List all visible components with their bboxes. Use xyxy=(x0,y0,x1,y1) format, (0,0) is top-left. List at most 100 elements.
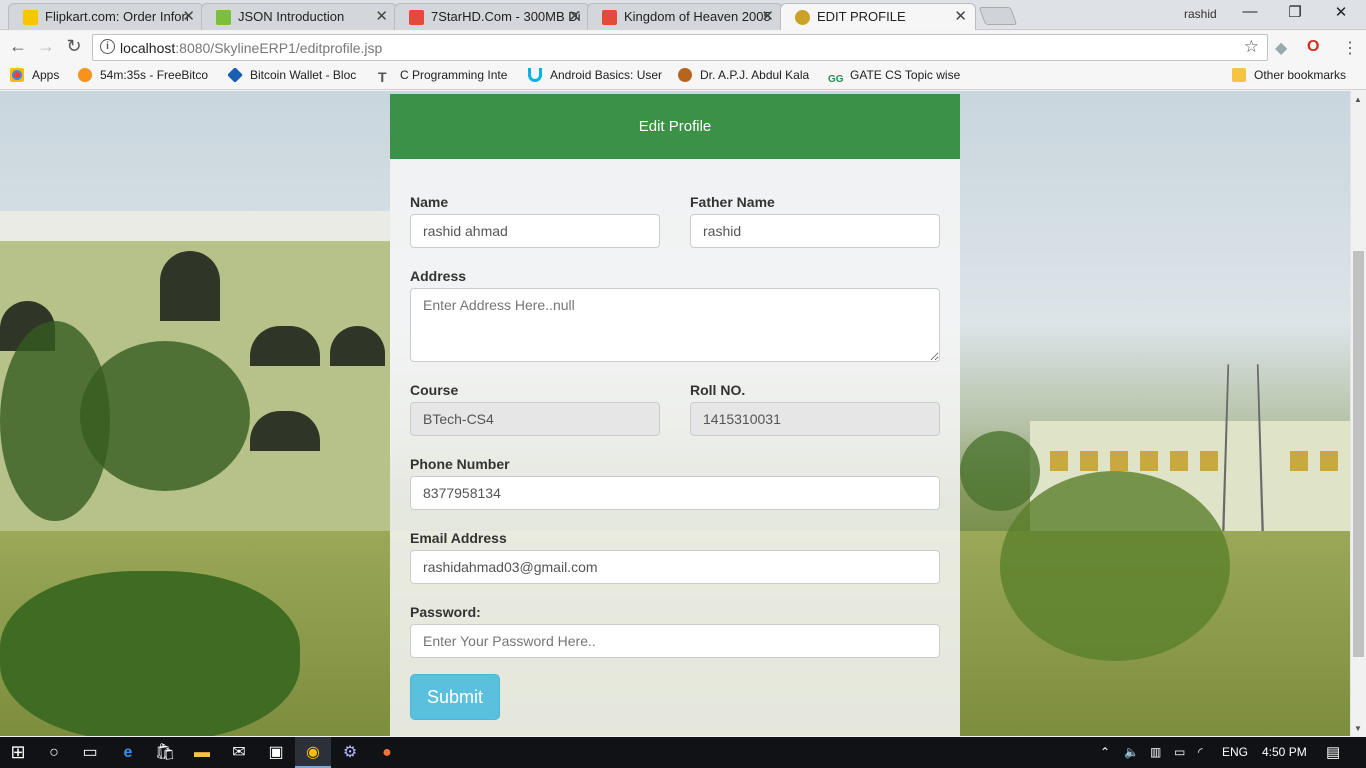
close-icon[interactable]: ✕ xyxy=(761,4,774,29)
battery-icon[interactable]: ▭ xyxy=(1174,745,1185,759)
browser-toolbar: ← → ↻ i localhost:8080/SkylineERP1/editp… xyxy=(0,31,1366,64)
bookmark-other[interactable]: Other bookmarks xyxy=(1232,68,1346,82)
father-name-input[interactable] xyxy=(690,214,940,248)
page-scrollbar[interactable]: ▲ ▼ xyxy=(1350,91,1366,736)
tab-json-introduction[interactable]: JSON Introduction ✕ xyxy=(201,3,397,30)
chrome-icon[interactable]: ◉ xyxy=(295,737,331,768)
menu-icon[interactable]: ⋮ xyxy=(1342,38,1358,58)
address-input[interactable] xyxy=(410,288,940,362)
reload-icon[interactable]: ↻ xyxy=(62,36,86,57)
flipkart-icon xyxy=(23,10,38,25)
tab-title: Kingdom of Heaven 2005 xyxy=(624,9,771,24)
store-icon[interactable]: 🛍 xyxy=(147,737,183,768)
roll-no-input[interactable] xyxy=(690,402,940,436)
forward-arrow-icon[interactable]: → xyxy=(34,36,58,57)
scroll-down-icon[interactable]: ▼ xyxy=(1354,724,1362,733)
text-t-icon: T xyxy=(378,69,387,84)
tab-strip: Flipkart.com: Order Inforr ✕ JSON Introd… xyxy=(0,0,1366,30)
name-label: Name xyxy=(410,194,449,210)
course-input[interactable] xyxy=(410,402,660,436)
mail-icon[interactable]: ✉ xyxy=(221,737,257,768)
tab-kingdom-of-heaven[interactable]: Kingdom of Heaven 2005 ✕ xyxy=(587,3,783,30)
site-icon xyxy=(795,10,810,25)
background-tree xyxy=(0,321,110,521)
network-icon[interactable]: ▥ xyxy=(1150,745,1161,759)
firefox-icon[interactable]: ● xyxy=(369,737,405,768)
task-view-icon[interactable]: ▭ xyxy=(72,737,108,768)
phone-number-input[interactable] xyxy=(410,476,940,510)
close-icon[interactable]: ✕ xyxy=(182,4,195,29)
windows-start-icon[interactable]: ⊞ xyxy=(0,737,36,768)
bookmark-freebitco[interactable]: 54m:35s - FreeBitco xyxy=(78,68,213,82)
bookmark-c-programming[interactable]: TC Programming Inte xyxy=(378,68,513,84)
close-icon[interactable]: ✕ xyxy=(954,4,967,29)
bookmark-bitcoin-wallet[interactable]: Bitcoin Wallet - Bloc xyxy=(228,68,363,82)
tab-edit-profile[interactable]: EDIT PROFILE ✕ xyxy=(780,3,976,30)
blockchain-icon xyxy=(228,68,243,82)
clock[interactable]: 4:50 PM xyxy=(1262,745,1307,759)
minimize-icon[interactable]: — xyxy=(1235,3,1265,20)
back-arrow-icon[interactable]: ← xyxy=(6,36,30,57)
new-tab-button[interactable] xyxy=(978,7,1018,25)
submit-button[interactable]: Submit xyxy=(410,674,500,720)
email-label: Email Address xyxy=(410,530,507,546)
name-input[interactable] xyxy=(410,214,660,248)
close-icon[interactable]: ✕ xyxy=(375,4,388,29)
tab-title: 7StarHD.Com - 300MB Di xyxy=(431,9,581,24)
bookmark-gate-cs[interactable]: GG GATE CS Topic wise xyxy=(828,68,963,87)
tab-7starhd[interactable]: 7StarHD.Com - 300MB Di ✕ xyxy=(394,3,590,30)
app-icon[interactable]: ▣ xyxy=(258,737,294,768)
opera-icon[interactable]: O xyxy=(1307,38,1319,56)
volume-icon[interactable]: 🔈 xyxy=(1124,745,1139,759)
folder-icon xyxy=(1232,68,1246,82)
apps-grid-icon xyxy=(10,68,24,82)
file-explorer-icon[interactable]: ▬ xyxy=(184,737,220,768)
tab-title: EDIT PROFILE xyxy=(817,9,906,24)
w3schools-icon xyxy=(216,10,231,25)
language-indicator[interactable]: ENG xyxy=(1222,745,1248,759)
bookmark-apps[interactable]: Apps xyxy=(10,68,59,82)
url-text[interactable]: localhost:8080/SkylineERP1/editprofile.j… xyxy=(120,40,382,56)
tray-expand-icon[interactable]: ⌃ xyxy=(1100,745,1110,759)
profile-name[interactable]: rashid xyxy=(1184,7,1217,21)
edge-icon[interactable]: e xyxy=(110,737,146,768)
address-bar[interactable]: i localhost:8080/SkylineERP1/editprofile… xyxy=(92,34,1268,61)
background-tree xyxy=(960,431,1040,511)
bookmark-android-basics[interactable]: Android Basics: User xyxy=(528,68,662,82)
bookmarks-bar: Apps 54m:35s - FreeBitco Bitcoin Wallet … xyxy=(0,64,1366,90)
action-center-icon[interactable]: ▤ xyxy=(1326,743,1340,761)
settings-gear-icon[interactable]: ⚙ xyxy=(332,737,368,768)
tab-flipkart[interactable]: Flipkart.com: Order Inforr ✕ xyxy=(8,3,204,30)
tab-title: JSON Introduction xyxy=(238,9,345,24)
address-label: Address xyxy=(410,268,467,284)
power-tower xyxy=(1221,364,1265,547)
phone-number-label: Phone Number xyxy=(410,456,510,472)
bookmark-abdul-kalam[interactable]: Dr. A.P.J. Abdul Kala xyxy=(678,68,813,82)
course-label: Course xyxy=(410,382,459,398)
site-icon xyxy=(678,68,692,82)
geeksforgeeks-icon: GG xyxy=(828,74,844,85)
udacity-icon xyxy=(528,68,542,82)
page-viewport: Edit Profile Name Father Name Address Co… xyxy=(0,91,1350,736)
password-input[interactable] xyxy=(410,624,940,658)
scrollbar-thumb[interactable] xyxy=(1353,251,1364,657)
site-icon xyxy=(409,10,424,25)
cortana-icon[interactable]: ○ xyxy=(36,737,72,768)
restore-icon[interactable]: ❐ xyxy=(1280,3,1310,21)
site-icon xyxy=(602,10,617,25)
roll-no-label: Roll NO. xyxy=(690,382,746,398)
edit-profile-panel: Edit Profile Name Father Name Address Co… xyxy=(390,94,960,736)
email-input[interactable] xyxy=(410,550,940,584)
taskbar: ⊞ ○ ▭ e 🛍 ▬ ✉ ▣ ◉ ⚙ ● ⌃ 🔈 ▥ ▭ ◜ ENG 4:50… xyxy=(0,737,1366,768)
window-close-icon[interactable]: ✕ xyxy=(1326,3,1356,21)
bookmark-star-icon[interactable]: ☆ xyxy=(1244,37,1259,57)
info-icon[interactable]: i xyxy=(100,39,115,54)
background-tree xyxy=(1000,471,1230,661)
scroll-up-icon[interactable]: ▲ xyxy=(1354,95,1362,104)
bitcoin-icon xyxy=(78,68,92,82)
background-bush xyxy=(0,571,300,736)
password-label: Password: xyxy=(410,604,481,620)
wifi-icon[interactable]: ◜ xyxy=(1198,745,1203,759)
close-icon[interactable]: ✕ xyxy=(568,4,581,29)
extension-icon[interactable]: ◆ xyxy=(1275,38,1287,58)
